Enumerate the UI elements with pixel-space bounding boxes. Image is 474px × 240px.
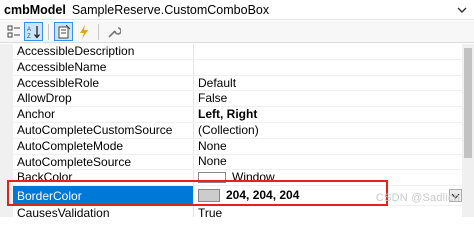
toolbar-separator (98, 23, 99, 40)
categorized-icon (7, 25, 20, 37)
property-name: AllowDrop (13, 91, 194, 107)
property-name: AutoCompleteSource (13, 154, 194, 170)
property-name: BackColor (13, 170, 194, 186)
object-type: SampleReserve.CustomComboBox (71, 2, 270, 17)
property-value[interactable] (194, 60, 462, 75)
svg-text:Z: Z (27, 34, 31, 39)
alphabetical-icon: A Z (27, 25, 40, 39)
property-row-accessibledescription[interactable]: AccessibleDescription (13, 44, 462, 60)
toolbar-separator (48, 23, 49, 40)
property-row-autocompletecustomsource[interactable]: AutoCompleteCustomSource (Collection) (13, 122, 462, 139)
watermark: CSDN @Sadlich (375, 192, 460, 204)
alphabetical-button[interactable]: A Z (24, 22, 43, 41)
grid-gutter (0, 44, 13, 217)
property-name: AccessibleDescription (13, 44, 194, 59)
property-name: AutoCompleteCustomSource (13, 122, 194, 138)
property-name: AccessibleRole (13, 75, 194, 91)
property-value[interactable]: None (194, 155, 462, 170)
property-row-autocompletemode[interactable]: AutoCompleteMode None (13, 138, 462, 155)
property-row-causesvalidation[interactable]: CausesValidation True (13, 206, 462, 217)
property-row-accessiblename[interactable]: AccessibleName (13, 59, 462, 76)
events-button[interactable] (74, 22, 93, 41)
property-value-text: Window (232, 170, 275, 185)
property-name: BorderColor (13, 186, 194, 206)
color-swatch (198, 189, 220, 203)
property-value[interactable]: False (194, 91, 462, 106)
property-name: AccessibleName (13, 59, 194, 75)
property-toolbar: A Z (0, 21, 474, 43)
property-value[interactable]: Window (194, 170, 462, 185)
properties-button[interactable] (54, 22, 73, 41)
property-pages-button[interactable] (104, 22, 123, 41)
property-value[interactable]: True (194, 206, 462, 217)
property-row-accessiblerole[interactable]: AccessibleRole Default (13, 75, 462, 92)
property-value[interactable]: None (194, 139, 462, 154)
property-value-text: 204, 204, 204 (226, 188, 300, 203)
scrollbar-thumb[interactable] (464, 48, 472, 158)
property-name: Anchor (13, 107, 194, 122)
vertical-scrollbar[interactable] (462, 44, 474, 217)
property-row-backcolor[interactable]: BackColor Window (13, 170, 462, 187)
property-name: CausesValidation (13, 206, 194, 217)
color-swatch (198, 172, 226, 184)
property-row-autocompletesource[interactable]: AutoCompleteSource None (13, 154, 462, 171)
property-name: AutoCompleteMode (13, 138, 194, 154)
property-pages-wrench-icon (107, 26, 121, 38)
property-value[interactable]: Left, Right (194, 107, 462, 122)
object-selector[interactable]: cmbModel SampleReserve.CustomComboBox (0, 0, 474, 20)
property-value[interactable]: Default (194, 76, 462, 91)
categorized-button[interactable] (4, 22, 23, 41)
property-value[interactable] (194, 44, 462, 59)
chevron-down-icon[interactable] (456, 3, 468, 17)
svg-text:A: A (27, 27, 31, 33)
property-row-allowdrop[interactable]: AllowDrop False (13, 91, 462, 108)
object-name: cmbModel (4, 2, 66, 17)
properties-icon (58, 24, 70, 38)
property-value[interactable]: (Collection) (194, 123, 462, 138)
property-row-anchor[interactable]: Anchor Left, Right (13, 107, 462, 123)
events-lightning-icon (79, 24, 88, 39)
